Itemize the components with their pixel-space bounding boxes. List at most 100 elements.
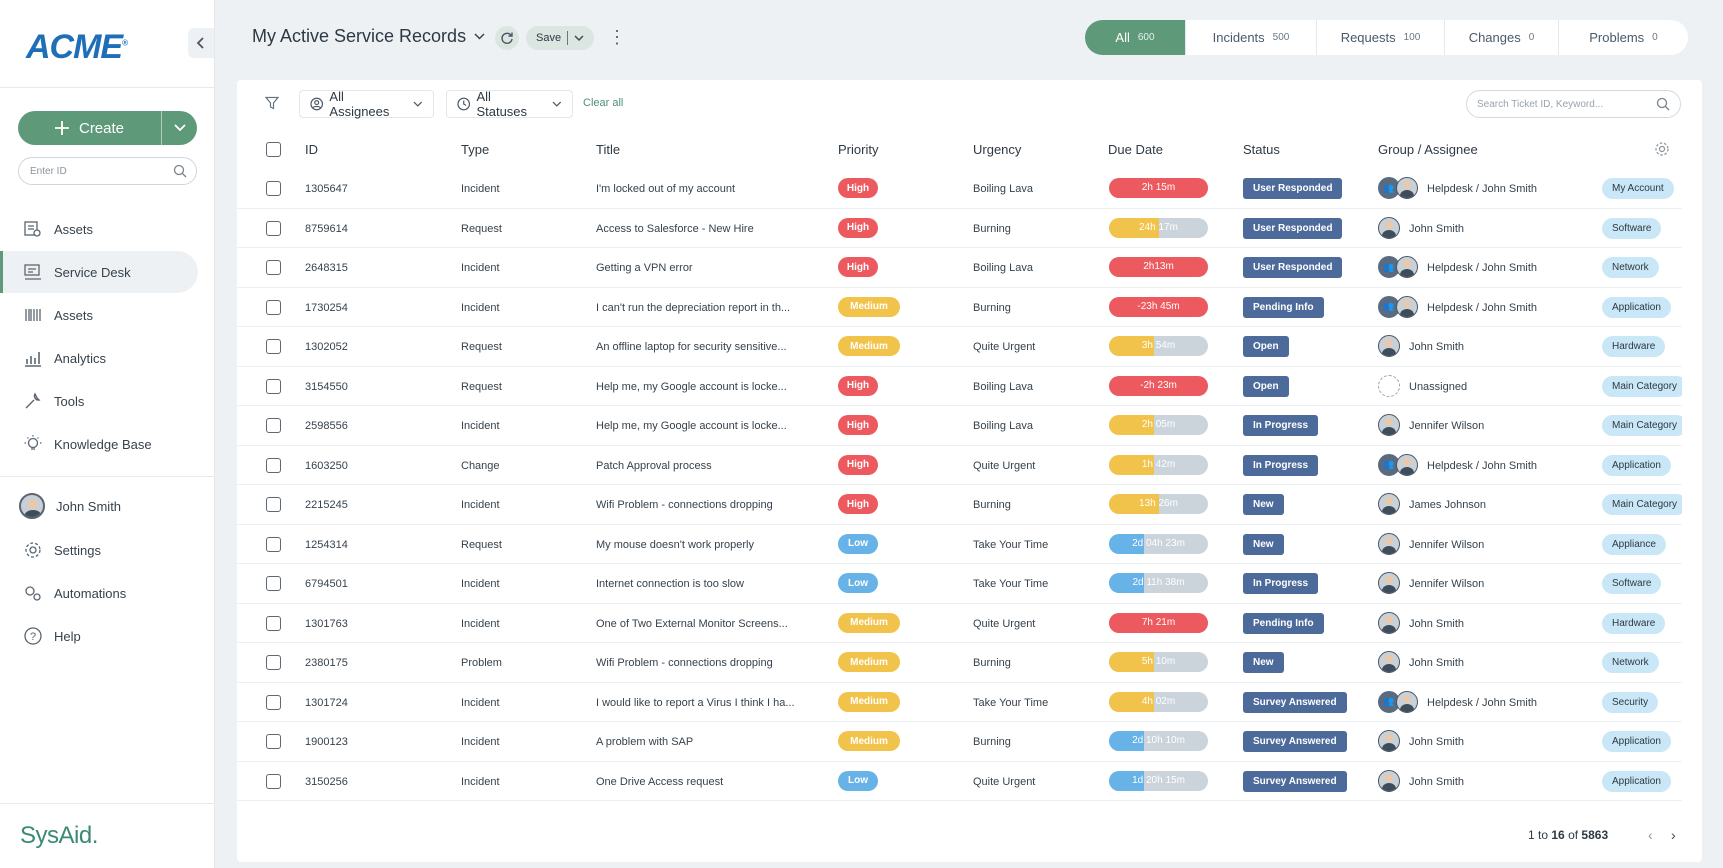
row-checkbox[interactable] bbox=[266, 536, 281, 552]
record-id[interactable]: 1900123 bbox=[305, 736, 348, 748]
record-title[interactable]: My mouse doesn't work properly bbox=[596, 539, 754, 551]
table-row[interactable]: 2215245 Incident Wifi Problem - connection… bbox=[237, 485, 1682, 525]
tab-problems[interactable]: Problems 0 bbox=[1559, 20, 1688, 55]
record-title[interactable]: Help me, my Google account is locke... bbox=[596, 420, 787, 432]
assignee-name[interactable]: Jennifer Wilson bbox=[1409, 578, 1484, 590]
search-icon[interactable] bbox=[173, 164, 187, 178]
save-button[interactable]: Save bbox=[526, 26, 594, 50]
collapse-sidebar-button[interactable] bbox=[188, 28, 214, 58]
record-id[interactable]: 2648315 bbox=[305, 262, 348, 274]
column-settings-gear-icon[interactable] bbox=[1654, 141, 1670, 157]
table-row[interactable]: 3150256 Incident One Drive Access request… bbox=[237, 762, 1682, 801]
column-header-due-date[interactable]: Due Date bbox=[1108, 142, 1163, 157]
table-row[interactable]: 2380175 Problem Wifi Problem - connections… bbox=[237, 643, 1682, 683]
prev-page-icon[interactable]: ‹ bbox=[1648, 827, 1662, 843]
assignee-name[interactable]: Helpdesk / John Smith bbox=[1427, 183, 1537, 195]
sidebar-item-service-desk[interactable]: Service Desk bbox=[0, 251, 198, 293]
row-checkbox[interactable] bbox=[266, 734, 281, 749]
row-checkbox[interactable] bbox=[266, 299, 281, 315]
column-header-urgency[interactable]: Urgency bbox=[973, 142, 1021, 157]
row-checkbox[interactable] bbox=[266, 418, 281, 433]
sidebar-item-help[interactable]: ? Help bbox=[0, 615, 198, 657]
assignee-name[interactable]: Jennifer Wilson bbox=[1409, 420, 1484, 432]
record-id[interactable]: 2215245 bbox=[305, 499, 348, 511]
row-checkbox[interactable] bbox=[266, 181, 281, 196]
record-title[interactable]: Getting a VPN error bbox=[596, 262, 693, 274]
record-id[interactable]: 1301763 bbox=[305, 618, 348, 630]
table-row[interactable]: 8759614 Request Access to Salesforce - New… bbox=[237, 209, 1682, 248]
search-icon[interactable] bbox=[1656, 97, 1670, 111]
sidebar-item-automations[interactable]: Automations bbox=[0, 572, 198, 614]
record-title[interactable]: An offline laptop for security sensitive… bbox=[596, 341, 787, 353]
assignee-name[interactable]: John Smith bbox=[1409, 776, 1464, 788]
assignee-name[interactable]: John Smith bbox=[1409, 736, 1464, 748]
assignee-name[interactable]: Helpdesk / John Smith bbox=[1427, 460, 1537, 472]
record-id[interactable]: 3150256 bbox=[305, 776, 348, 788]
record-title[interactable]: Internet connection is too slow bbox=[596, 578, 744, 590]
row-checkbox[interactable] bbox=[266, 497, 281, 512]
row-checkbox[interactable] bbox=[266, 615, 281, 631]
table-row[interactable]: 2648315 Incident Getting a VPN error High Bo… bbox=[237, 248, 1682, 288]
table-row[interactable]: 1301724 Incident I would like to report a … bbox=[237, 683, 1682, 722]
more-options-icon[interactable]: ⋮ bbox=[608, 28, 626, 48]
record-id[interactable]: 3154550 bbox=[305, 381, 348, 393]
row-checkbox[interactable] bbox=[266, 220, 281, 236]
record-title[interactable]: Access to Salesforce - New Hire bbox=[596, 223, 754, 235]
record-id[interactable]: 1305647 bbox=[305, 183, 348, 195]
record-title[interactable]: Patch Approval process bbox=[596, 460, 712, 472]
assignee-name[interactable]: John Smith bbox=[1409, 341, 1464, 353]
refresh-button[interactable] bbox=[495, 26, 519, 50]
row-checkbox[interactable] bbox=[266, 694, 281, 710]
record-title[interactable]: I can't run the depreciation report in t… bbox=[596, 302, 790, 314]
sysaid-logo[interactable]: SysAid. bbox=[20, 822, 98, 850]
table-row[interactable]: 1305647 Incident I'm locked out of my acco… bbox=[237, 169, 1682, 209]
table-row[interactable]: 2598556 Incident Help me, my Google accoun… bbox=[237, 406, 1682, 446]
column-header-group-assignee[interactable]: Group / Assignee bbox=[1378, 142, 1478, 157]
record-title[interactable]: Wifi Problem - connections dropping bbox=[596, 657, 773, 669]
table-row[interactable]: 1730254 Incident I can't run the depreciat… bbox=[237, 288, 1682, 327]
record-id[interactable]: 1254314 bbox=[305, 539, 348, 551]
tab-requests[interactable]: Requests 100 bbox=[1317, 20, 1445, 55]
row-checkbox[interactable] bbox=[266, 576, 281, 591]
record-title[interactable]: One Drive Access request bbox=[596, 776, 723, 788]
assignee-name[interactable]: John Smith bbox=[1409, 618, 1464, 630]
table-row[interactable]: 1900123 Incident A problem with SAP Medium B… bbox=[237, 722, 1682, 762]
record-id[interactable]: 1301724 bbox=[305, 697, 348, 709]
assignee-name[interactable]: Helpdesk / John Smith bbox=[1427, 697, 1537, 709]
row-checkbox[interactable] bbox=[266, 260, 281, 275]
sidebar-item-settings[interactable]: Settings bbox=[0, 529, 198, 571]
record-id[interactable]: 6794501 bbox=[305, 578, 348, 590]
sidebar-item-analytics[interactable]: Analytics bbox=[0, 337, 198, 379]
row-checkbox[interactable] bbox=[266, 378, 281, 394]
create-dropdown-button[interactable] bbox=[161, 111, 197, 145]
sidebar-item-assets[interactable]: Assets bbox=[0, 208, 198, 250]
assignee-name[interactable]: Unassigned bbox=[1409, 381, 1467, 393]
assignee-name[interactable]: Helpdesk / John Smith bbox=[1427, 302, 1537, 314]
row-checkbox[interactable] bbox=[266, 457, 281, 473]
row-checkbox[interactable] bbox=[266, 655, 281, 670]
tab-incidents[interactable]: Incidents 500 bbox=[1186, 20, 1317, 55]
assignee-name[interactable]: James Johnson bbox=[1409, 499, 1486, 511]
tab-changes[interactable]: Changes 0 bbox=[1445, 20, 1559, 55]
assignee-name[interactable]: John Smith bbox=[1409, 657, 1464, 669]
table-row[interactable]: 1254314 Request My mouse doesn't work prop… bbox=[237, 525, 1682, 564]
assignee-name[interactable]: Jennifer Wilson bbox=[1409, 539, 1484, 551]
record-title[interactable]: I would like to report a Virus I think I… bbox=[596, 697, 795, 709]
record-title[interactable]: I'm locked out of my account bbox=[596, 183, 735, 195]
record-title[interactable]: A problem with SAP bbox=[596, 736, 693, 748]
record-id[interactable]: 1302052 bbox=[305, 341, 348, 353]
sidebar-item-knowledge-base[interactable]: Knowledge Base bbox=[0, 423, 198, 465]
record-id[interactable]: 1603250 bbox=[305, 460, 348, 472]
table-row[interactable]: 1302052 Request An offline laptop for secu… bbox=[237, 327, 1682, 367]
clear-all-link[interactable]: Clear all bbox=[583, 97, 623, 109]
column-header-id[interactable]: ID bbox=[305, 142, 318, 157]
create-button[interactable]: Create bbox=[18, 111, 161, 145]
record-title[interactable]: One of Two External Monitor Screens... bbox=[596, 618, 788, 630]
sidebar-item-assets-2[interactable]: Assets bbox=[0, 294, 198, 336]
page-title[interactable]: My Active Service Records bbox=[252, 26, 485, 47]
row-checkbox[interactable] bbox=[266, 773, 281, 789]
select-all-checkbox[interactable] bbox=[266, 142, 281, 157]
record-id[interactable]: 8759614 bbox=[305, 223, 348, 235]
sidebar-item-tools[interactable]: Tools bbox=[0, 380, 198, 422]
table-row[interactable]: 6794501 Incident Internet connection is to… bbox=[237, 564, 1682, 604]
